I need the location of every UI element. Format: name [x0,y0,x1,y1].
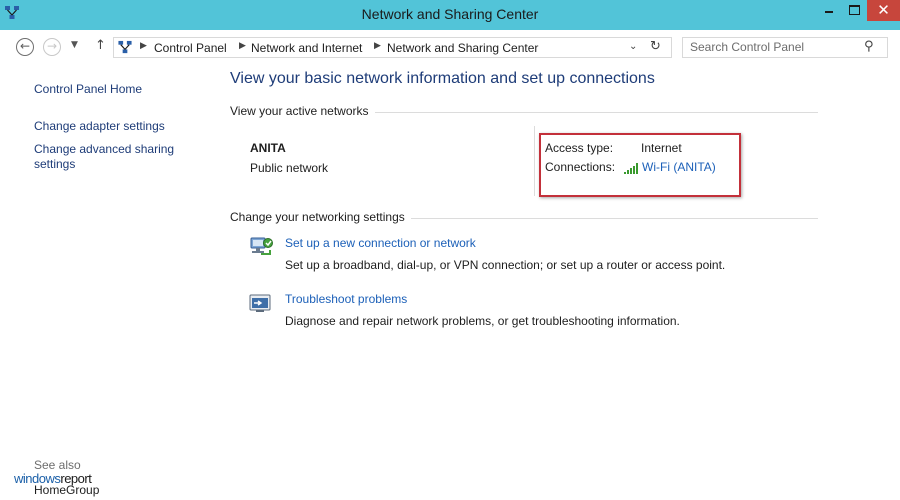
breadcrumb-network-and-internet[interactable]: Network and Internet [251,41,362,55]
minimize-button[interactable] [816,0,842,21]
setup-connection-link[interactable]: Set up a new connection or network [285,236,476,250]
up-button[interactable]: ↑ [95,38,106,53]
search-box[interactable]: ⚲ [682,37,888,58]
setup-connection-description: Set up a broadband, dial-up, or VPN conn… [285,258,726,272]
wifi-signal-icon [624,163,638,174]
back-button[interactable]: ← [16,38,34,56]
active-networks-section: View your active networks [230,104,818,120]
maximize-icon [849,5,860,15]
window-title: Network and Sharing Center [361,6,539,22]
vertical-divider [534,126,535,196]
chevron-right-icon: ▶ [140,41,147,51]
troubleshoot-problems-description: Diagnose and repair network problems, or… [285,314,680,328]
breadcrumb[interactable]: ▶ Control Panel ▶ Network and Internet ▶… [113,37,672,58]
connections-label: Connections: [545,160,616,174]
arrow-up-icon: ↑ [95,38,106,53]
chevron-right-icon: ▶ [239,41,246,51]
title-bar: Network and Sharing Center ✕ [0,0,900,30]
watermark-part1: windows [14,471,61,486]
troubleshoot-icon [249,294,271,312]
network-setup-icon [250,237,273,255]
networking-settings-section: Change your networking settings [230,210,818,226]
search-input[interactable] [690,40,860,54]
arrow-right-icon: → [46,39,58,53]
watermark-part2: report [60,471,92,486]
chevron-right-icon: ▶ [374,41,381,51]
arrow-left-icon: ← [19,39,31,53]
close-icon: ✕ [877,1,890,19]
address-bar: ← → ▼ ↑ ▶ Control Panel ▶ Network and In… [0,30,900,64]
active-networks-heading: View your active networks [230,104,375,118]
troubleshoot-problems-link[interactable]: Troubleshoot problems [285,292,407,306]
networking-settings-heading: Change your networking settings [230,210,411,224]
chevron-down-icon[interactable]: ⌄ [629,41,637,52]
control-panel-home-link[interactable]: Control Panel Home [34,82,142,97]
chevron-down-icon: ▼ [71,40,78,50]
maximize-button[interactable] [842,0,866,21]
breadcrumb-control-panel[interactable]: Control Panel [154,41,227,55]
see-also-heading: See also [34,458,81,472]
close-button[interactable]: ✕ [867,0,900,21]
page-title: View your basic network information and … [230,70,655,87]
recent-locations-dropdown[interactable]: ▼ [71,40,78,50]
search-icon[interactable]: ⚲ [864,39,874,54]
access-type-value: Internet [641,141,682,155]
network-type: Public network [250,161,329,175]
breadcrumb-network-and-sharing-center[interactable]: Network and Sharing Center [387,41,538,55]
access-type-label: Access type: [545,141,614,155]
control-panel-icon [118,40,132,54]
wifi-connection-link[interactable]: Wi-Fi (ANITA) [642,160,716,174]
refresh-icon[interactable]: ↻ [650,39,661,54]
windowsreport-watermark: windowsreport [14,471,92,486]
forward-button[interactable]: → [43,38,61,56]
network-name: ANITA [250,141,286,155]
minimize-icon [825,11,833,13]
change-advanced-sharing-settings-link[interactable]: Change advanced sharing settings [34,142,184,172]
change-adapter-settings-link[interactable]: Change adapter settings [34,119,165,134]
